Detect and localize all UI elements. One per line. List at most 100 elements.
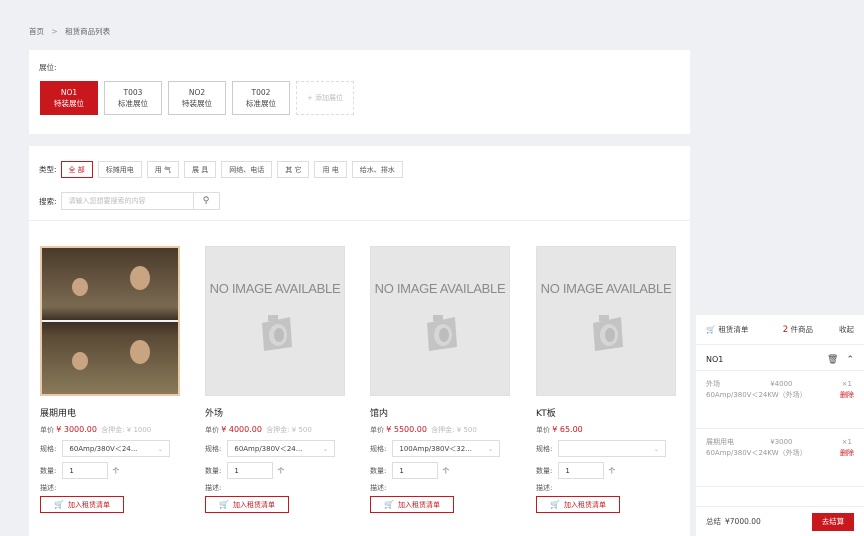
type-network-button[interactable]: 网络、电话 <box>221 161 273 178</box>
booth-type: 标准展位 <box>118 99 148 108</box>
booth-type: 特装展位 <box>54 99 84 108</box>
no-image-text: NO IMAGE AVAILABLE <box>374 281 506 296</box>
quantity-input[interactable]: 1 <box>392 462 439 479</box>
cart-icon: 🛒 <box>54 500 64 509</box>
description-label: 描述: <box>370 484 387 492</box>
add-to-rental-list-button[interactable]: 🛒 加入租赁清单 <box>370 496 454 513</box>
booth-card-t003[interactable]: T003 标准展位 <box>104 81 162 115</box>
cart-group-header: NO1 🗑 ⌃ <box>696 349 864 371</box>
price-row: 单价 ¥ 3000.00 含押金: ¥ 1000 <box>40 425 180 435</box>
price-label: 单价 <box>370 426 384 434</box>
chevron-down-icon: ⌄ <box>322 444 329 453</box>
add-to-rental-list-button[interactable]: 🛒 加入租赁清单 <box>536 496 620 513</box>
trash-icon[interactable]: 🗑 <box>827 355 838 365</box>
price-value: ¥ 4000.00 <box>221 425 262 434</box>
add-button-label: 加入租赁清单 <box>397 500 440 509</box>
type-water-button[interactable]: 给水、排水 <box>351 161 403 178</box>
collapse-button[interactable]: 收起 <box>839 324 854 335</box>
booth-code: NO2 <box>188 88 206 97</box>
checkout-button[interactable]: 去结算 <box>812 512 854 531</box>
delete-button[interactable]: 删除 <box>840 390 854 401</box>
quantity-row: 数量: 1 个 <box>536 462 676 479</box>
product-image[interactable]: NO IMAGE AVAILABLE <box>205 246 345 396</box>
description-label: 描述: <box>205 484 222 492</box>
breadcrumb: 首页 > 租赁商品列表 <box>29 26 110 37</box>
type-other-button[interactable]: 其 它 <box>277 161 310 178</box>
booth-card-no2[interactable]: NO2 特装展位 <box>168 81 226 115</box>
booth-panel: 展位: NO1 特装展位 T003 标准展位 NO2 特装展位 T002 标准展… <box>29 50 690 134</box>
price-row: 单价 ¥ 65.00 <box>536 425 676 435</box>
product-image[interactable] <box>40 246 180 396</box>
cart-item-spec: 60Amp/380V＜24KW（外场） <box>706 391 807 399</box>
quantity-unit: 个 <box>442 466 450 475</box>
quantity-input[interactable]: 1 <box>558 462 605 479</box>
product-image[interactable]: NO IMAGE AVAILABLE <box>370 246 510 396</box>
booth-code: T003 <box>123 88 143 97</box>
search-input[interactable] <box>60 192 194 210</box>
search-label: 搜索: <box>39 196 57 206</box>
add-to-rental-list-button[interactable]: 🛒 加入租赁清单 <box>205 496 289 513</box>
quantity-label: 数量: <box>370 466 387 475</box>
no-image-text: NO IMAGE AVAILABLE <box>540 281 672 296</box>
chevron-up-icon[interactable]: ⌃ <box>846 355 854 365</box>
type-electricity-button[interactable]: 用 电 <box>314 161 347 178</box>
booth-card-t002[interactable]: T002 标准展位 <box>232 81 290 115</box>
total-value: ¥7000.00 <box>725 517 761 526</box>
cart-group-actions: 🗑 ⌃ <box>827 355 854 365</box>
add-button-label: 加入租赁清单 <box>67 500 110 509</box>
type-furniture-button[interactable]: 展 具 <box>184 161 217 178</box>
type-gas-button[interactable]: 用 气 <box>146 161 179 178</box>
add-to-rental-list-button[interactable]: 🛒 加入租赁清单 <box>40 496 124 513</box>
cart-icon: 🛒 <box>706 325 716 334</box>
product-image[interactable]: NO IMAGE AVAILABLE <box>536 246 676 396</box>
spec-label: 规格: <box>40 444 57 453</box>
cart-title-label: 租赁清单 <box>718 325 749 334</box>
add-booth-button[interactable]: + 添加展位 <box>296 81 354 115</box>
add-button-label: 加入租赁清单 <box>232 500 275 509</box>
cart-group-name: NO1 <box>706 355 724 364</box>
booth-card-list: NO1 特装展位 T003 标准展位 NO2 特装展位 T002 标准展位 + … <box>40 81 354 115</box>
search-icon[interactable]: ⚲ <box>193 192 220 210</box>
rental-cart: 🛒 租赁清单 2 件商品 收起 NO1 🗑 ⌃ 外场 ¥4000 ×1 60Am… <box>696 315 864 536</box>
spec-row: 规格: 60Amp/380V＜24... ⌄ <box>40 440 180 457</box>
cart-item-qty: ×1 <box>841 438 852 446</box>
quantity-input[interactable]: 1 <box>227 462 274 479</box>
cart-icon: 🛒 <box>550 500 560 509</box>
type-booth-power-button[interactable]: 标摊用电 <box>97 161 142 178</box>
deposit-text: 含押金: ¥ 500 <box>431 426 477 434</box>
booth-card-no1[interactable]: NO1 特装展位 <box>40 81 98 115</box>
quantity-label: 数量: <box>205 466 222 475</box>
price-row: 单价 ¥ 5500.00 含押金: ¥ 500 <box>370 425 510 435</box>
quantity-label: 数量: <box>40 466 57 475</box>
quantity-unit: 个 <box>112 466 120 475</box>
price-label: 单价 <box>536 426 550 434</box>
type-filter: 类型: 全 部 标摊用电 用 气 展 具 网络、电话 其 它 用 电 给水、排水 <box>39 161 408 178</box>
spec-select[interactable]: ⌄ <box>558 440 667 457</box>
quantity-input[interactable]: 1 <box>62 462 109 479</box>
delete-button[interactable]: 删除 <box>840 448 854 459</box>
cart-footer: 总结 ¥7000.00 去结算 <box>696 506 864 536</box>
breadcrumb-current: 租赁商品列表 <box>65 27 111 36</box>
deposit-text: 含押金: ¥ 500 <box>266 426 312 434</box>
product-name: KT板 <box>536 409 556 419</box>
breadcrumb-home[interactable]: 首页 <box>29 27 44 36</box>
booth-label: 展位: <box>39 63 57 72</box>
product-card: NO IMAGE AVAILABLE 外场 单价 ¥ 4000.00 含押金: … <box>205 246 345 513</box>
product-card: 展期用电 单价 ¥ 3000.00 含押金: ¥ 1000 规格: 60Amp/… <box>40 246 180 513</box>
spec-select[interactable]: 60Amp/380V＜24... ⌄ <box>227 440 336 457</box>
cart-item-name: 展期用电 <box>706 438 734 446</box>
cart-icon: 🛒 <box>384 500 394 509</box>
photo-detail <box>130 340 150 364</box>
deposit-text: 含押金: ¥ 1000 <box>101 426 152 434</box>
quantity-row: 数量: 1 个 <box>40 462 180 479</box>
cart-header: 🛒 租赁清单 2 件商品 收起 <box>696 315 864 345</box>
booth-code: NO1 <box>60 88 78 97</box>
spec-select[interactable]: 100Amp/380V＜32... ⌄ <box>392 440 501 457</box>
spec-select[interactable]: 60Amp/380V＜24... ⌄ <box>62 440 171 457</box>
photo-detail <box>72 278 88 296</box>
type-all-button[interactable]: 全 部 <box>60 161 93 178</box>
chevron-down-icon: ⌄ <box>487 444 494 453</box>
product-name: 馆内 <box>370 409 389 419</box>
quantity-unit: 个 <box>608 466 616 475</box>
booth-type: 特装展位 <box>182 99 212 108</box>
